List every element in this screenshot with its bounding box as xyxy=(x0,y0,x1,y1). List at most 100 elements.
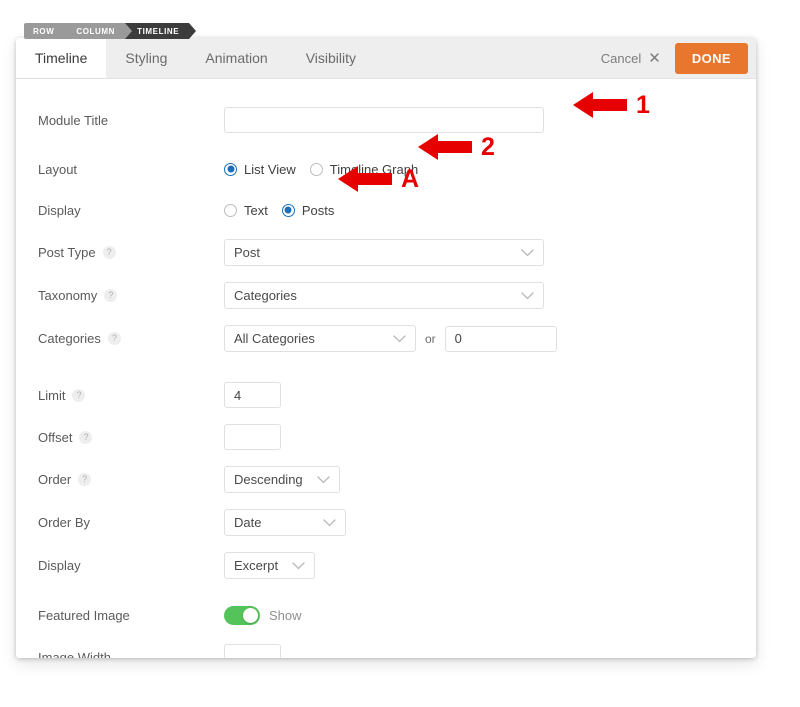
layout-radio-group: List View Timeline Graph xyxy=(224,162,432,177)
module-title-input[interactable] xyxy=(224,107,544,133)
breadcrumb-item-column[interactable]: COLUMN xyxy=(64,23,132,39)
radio-layout-list-view[interactable]: List View xyxy=(224,162,296,177)
taxonomy-select[interactable]: Categories xyxy=(224,282,544,309)
select-value: All Categories xyxy=(234,331,315,346)
breadcrumb-item-label: ROW xyxy=(33,26,55,36)
field-control xyxy=(224,382,281,408)
field-control: Categories xyxy=(224,282,544,309)
tab-animation[interactable]: Animation xyxy=(186,38,286,78)
order-by-select[interactable]: Date xyxy=(224,509,346,536)
toggle-knob xyxy=(243,607,258,623)
or-separator-label: or xyxy=(425,331,436,346)
label-text: Image Width xyxy=(38,649,111,659)
field-label: Categories ? xyxy=(38,331,224,346)
field-row-featured-image: Featured Image Show xyxy=(38,603,734,627)
select-value: Post xyxy=(234,245,261,260)
tab-bar: Timeline Styling Animation Visibility Ca… xyxy=(16,38,756,79)
chevron-down-icon xyxy=(309,518,336,527)
label-text: Featured Image xyxy=(38,607,130,623)
help-icon[interactable]: ? xyxy=(79,430,93,444)
field-label: Image Width xyxy=(38,650,224,659)
post-type-select[interactable]: Post xyxy=(224,239,544,266)
radio-label: List View xyxy=(244,161,296,177)
field-row-taxonomy: Taxonomy ? Categories xyxy=(38,282,734,309)
field-row-order-by: Order By Date xyxy=(38,509,734,536)
breadcrumb: ROW COLUMN TIMELINE xyxy=(24,23,197,39)
radio-indicator xyxy=(281,203,295,217)
help-icon[interactable]: ? xyxy=(72,388,86,402)
field-control: Descending xyxy=(224,466,340,493)
help-icon[interactable]: ? xyxy=(102,246,116,259)
display-content-select[interactable]: Excerpt xyxy=(224,552,316,579)
label-text: Categories xyxy=(38,331,101,346)
settings-form: Module Title Layout List View Timeline G… xyxy=(16,79,756,658)
field-row-display-content: Display Excerpt xyxy=(38,552,734,579)
field-row-display-mode: Display Text Posts xyxy=(38,198,734,222)
field-row-offset: Offset ? xyxy=(38,424,734,450)
breadcrumb-item-row[interactable]: ROW xyxy=(24,23,72,39)
category-id-input[interactable] xyxy=(444,325,557,352)
chevron-down-icon xyxy=(507,291,534,300)
field-label: Module Title xyxy=(38,113,224,128)
label-text: Module Title xyxy=(38,112,109,128)
field-control: Post xyxy=(224,239,544,266)
select-value: Date xyxy=(234,515,262,530)
offset-input[interactable] xyxy=(224,424,281,450)
field-row-categories: Categories ? All Categories or xyxy=(38,325,734,352)
field-label: Offset ? xyxy=(38,430,224,445)
field-control: Show xyxy=(224,605,302,625)
tab-visibility[interactable]: Visibility xyxy=(287,38,375,78)
radio-layout-timeline-graph[interactable]: Timeline Graph xyxy=(309,162,418,177)
radio-label: Text xyxy=(244,202,268,218)
tab-timeline[interactable]: Timeline xyxy=(16,38,107,78)
order-select[interactable]: Descending xyxy=(224,466,340,493)
limit-input[interactable] xyxy=(224,382,281,408)
select-value: Excerpt xyxy=(234,558,279,573)
tab-label: Animation xyxy=(205,50,268,66)
timeline-settings-panel: Timeline Styling Animation Visibility Ca… xyxy=(16,38,756,658)
field-control xyxy=(224,644,281,658)
field-label: Post Type ? xyxy=(38,245,224,260)
field-label: Display xyxy=(38,558,224,573)
field-label: Order By xyxy=(38,515,224,530)
cancel-button[interactable]: Cancel ✕ xyxy=(591,51,671,66)
field-control xyxy=(224,424,281,450)
breadcrumb-item-timeline[interactable]: TIMELINE xyxy=(125,23,197,39)
field-label: Display xyxy=(38,203,224,218)
help-icon[interactable]: ? xyxy=(78,473,92,486)
field-row-post-type: Post Type ? Post xyxy=(38,239,734,266)
radio-indicator xyxy=(224,203,237,217)
breadcrumb-item-label: TIMELINE xyxy=(137,26,180,36)
label-text: Offset xyxy=(38,429,73,445)
field-row-layout: Layout List View Timeline Graph xyxy=(38,157,734,181)
label-text: Display xyxy=(38,202,81,218)
label-text: Display xyxy=(38,558,81,573)
radio-indicator xyxy=(224,162,237,176)
featured-image-toggle[interactable] xyxy=(224,605,260,625)
help-icon[interactable]: ? xyxy=(104,289,118,302)
panel-actions: Cancel ✕ DONE xyxy=(591,38,756,78)
label-text: Layout xyxy=(38,161,78,177)
field-control: Excerpt xyxy=(224,552,316,579)
label-text: Post Type xyxy=(38,245,96,260)
field-label: Limit ? xyxy=(38,388,224,403)
field-control: All Categories or xyxy=(224,325,557,352)
chevron-down-icon xyxy=(379,334,406,343)
field-control: Date xyxy=(224,509,346,536)
tab-styling[interactable]: Styling xyxy=(106,38,186,78)
breadcrumb-item-label: COLUMN xyxy=(76,26,116,36)
field-label: Taxonomy ? xyxy=(38,288,224,303)
radio-display-text[interactable]: Text xyxy=(224,203,268,218)
tab-label: Timeline xyxy=(35,50,88,66)
radio-indicator xyxy=(309,162,323,176)
done-button[interactable]: DONE xyxy=(674,42,748,74)
radio-display-posts[interactable]: Posts xyxy=(281,202,335,218)
toggle-state-label: Show xyxy=(269,607,302,623)
chevron-down-icon xyxy=(303,475,330,484)
image-width-input[interactable] xyxy=(224,644,281,658)
categories-select[interactable]: All Categories xyxy=(224,325,416,352)
radio-label: Posts xyxy=(301,202,335,218)
chevron-down-icon xyxy=(507,248,534,257)
help-icon[interactable]: ? xyxy=(107,332,121,345)
close-icon: ✕ xyxy=(648,49,661,67)
